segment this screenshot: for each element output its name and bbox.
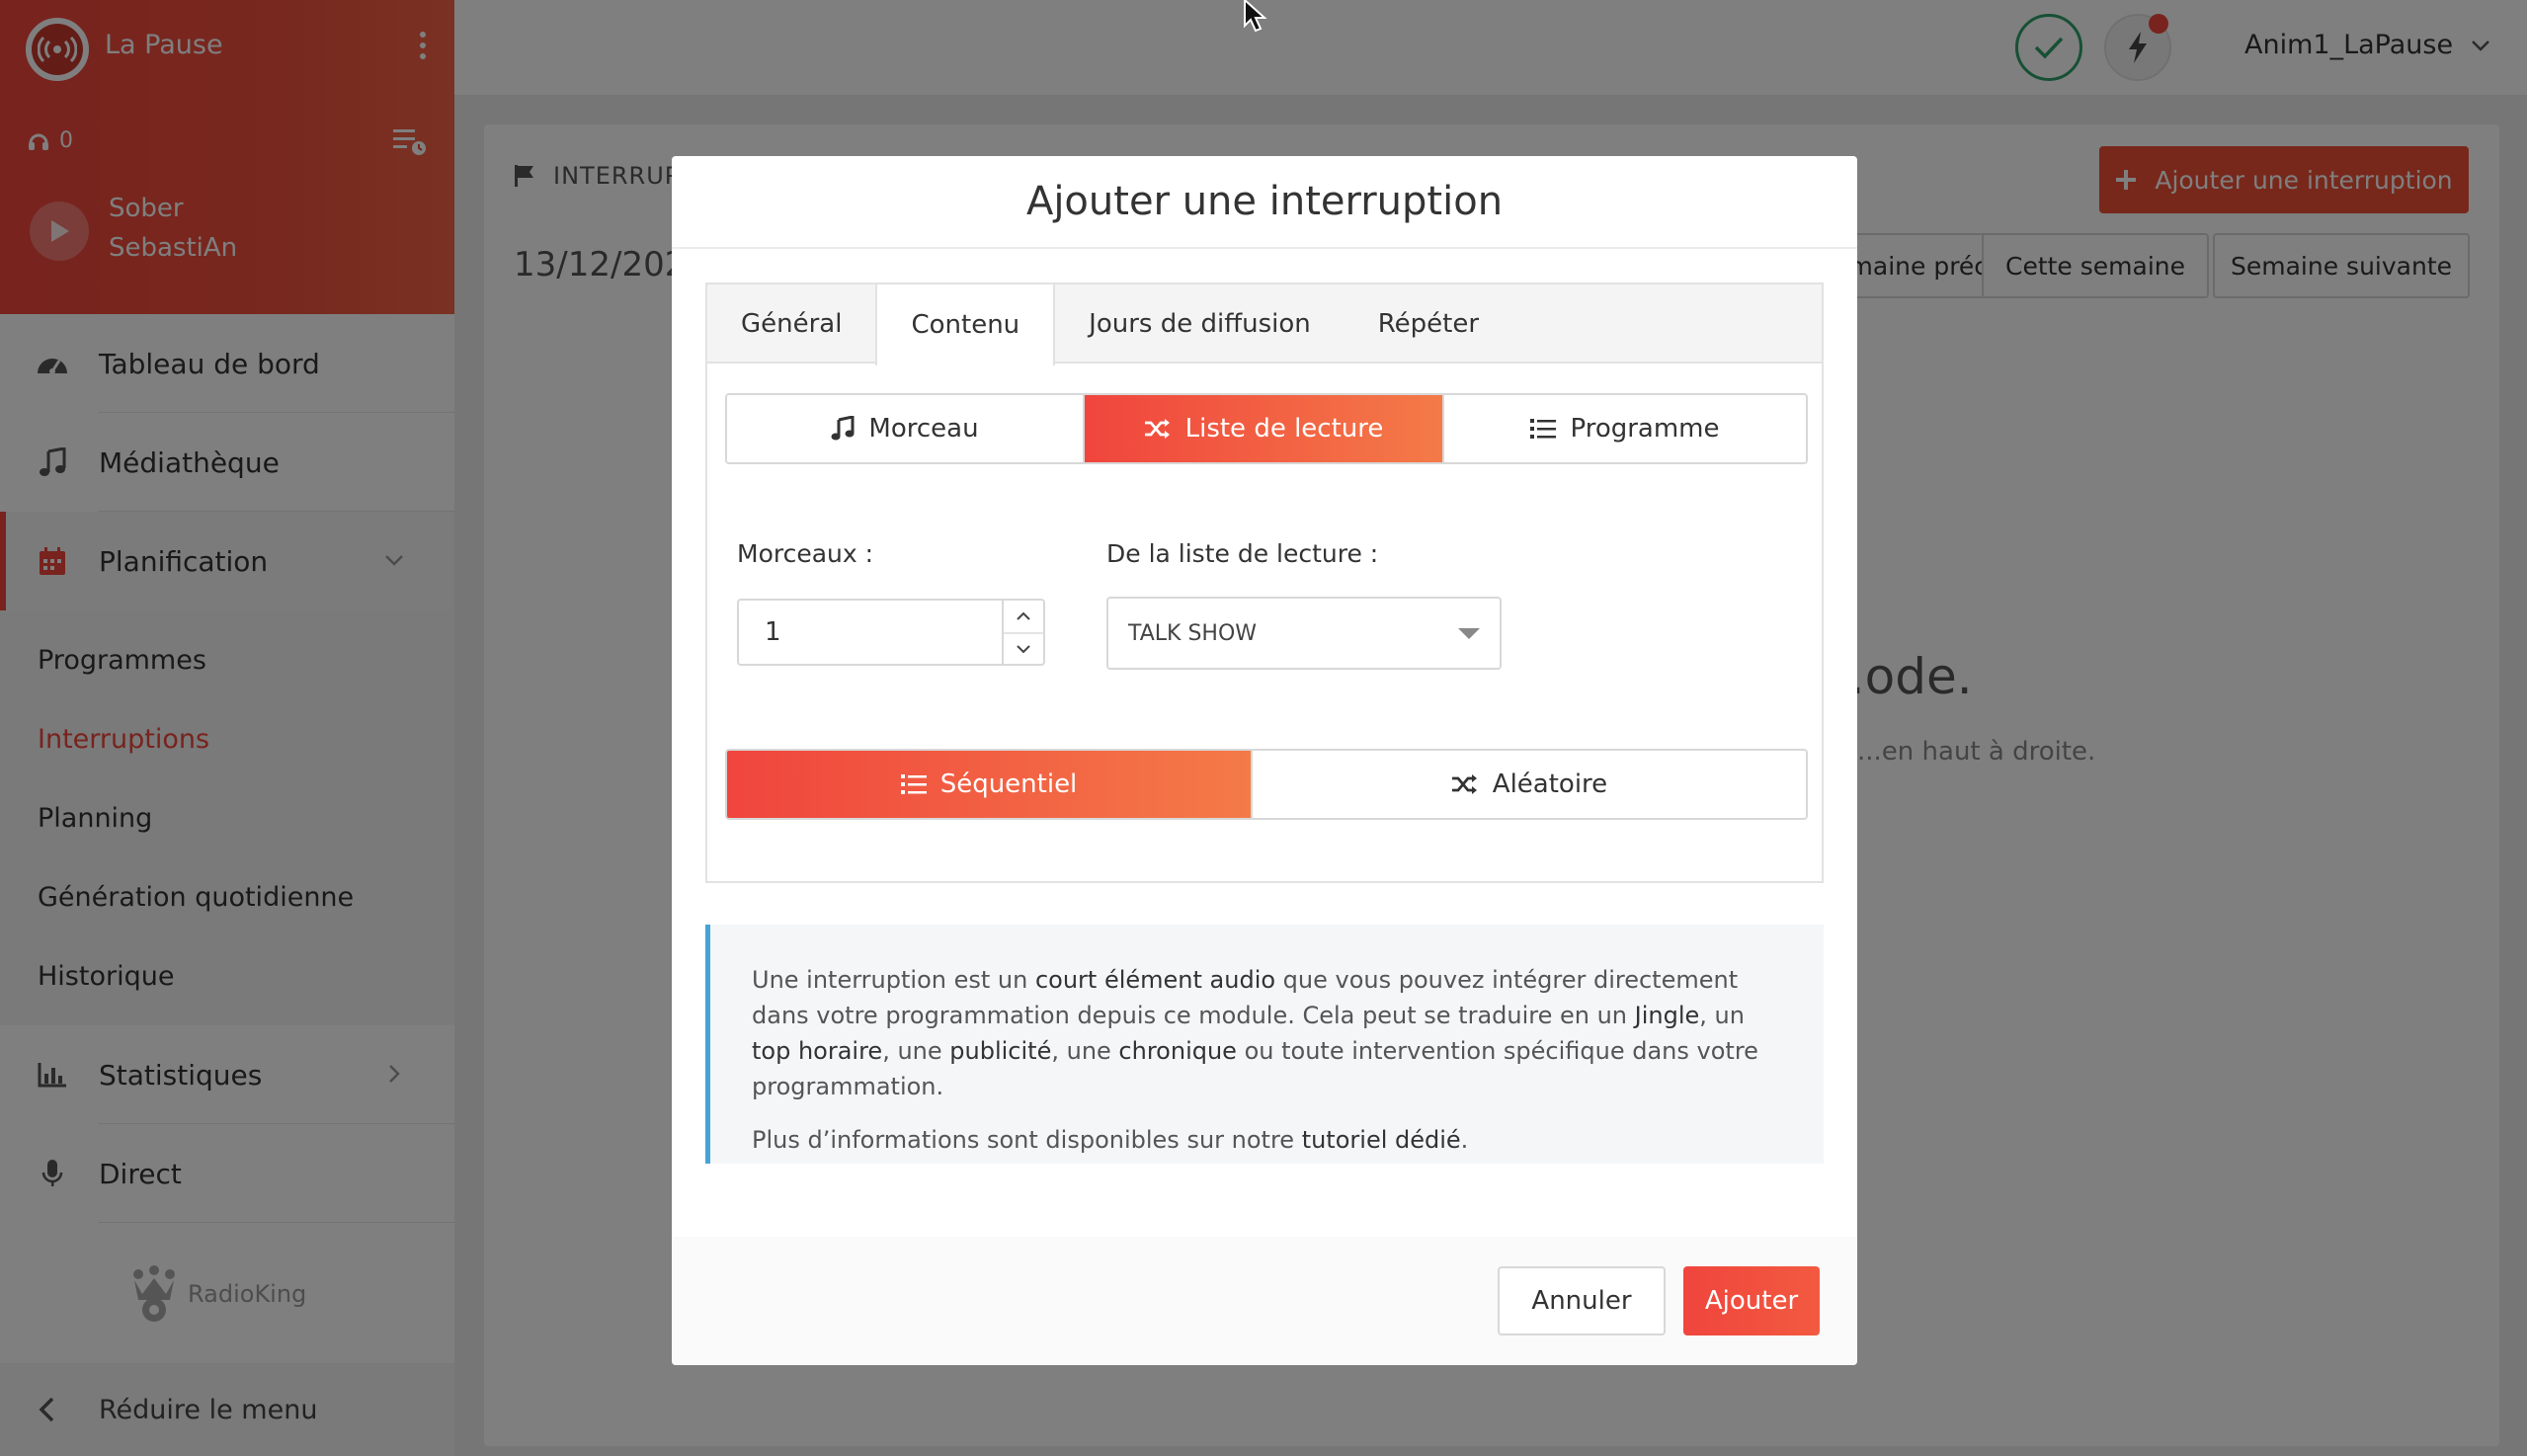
tab-content[interactable]: Contenu xyxy=(875,284,1056,365)
content-type-selector: Morceau Liste de lecture Programme xyxy=(725,393,1808,464)
track-count-input[interactable]: 1 xyxy=(737,599,1045,666)
chevron-down-icon xyxy=(1017,645,1030,654)
decrement-button[interactable] xyxy=(1004,632,1043,664)
chevron-up-icon xyxy=(1017,611,1030,620)
order-random-button[interactable]: Aléatoire xyxy=(1251,751,1806,818)
dialog-title: Ajouter une interruption xyxy=(672,156,1857,249)
cancel-button[interactable]: Annuler xyxy=(1498,1266,1666,1335)
info-callout: Une interruption est un court élément au… xyxy=(705,925,1824,1164)
info-paragraph: Une interruption est un court élément au… xyxy=(752,966,1758,1100)
tab-broadcast-days[interactable]: Jours de diffusion xyxy=(1055,284,1345,364)
tab-general[interactable]: Général xyxy=(707,284,875,364)
content-type-playlist-button[interactable]: Liste de lecture xyxy=(1083,395,1442,462)
track-count-value: 1 xyxy=(765,617,781,647)
playlist-selected-value: TALK SHOW xyxy=(1128,620,1258,646)
order-sequential-button[interactable]: Séquentiel xyxy=(727,751,1251,818)
track-count-stepper xyxy=(1002,601,1043,664)
playlist-label: De la liste de lecture : xyxy=(1106,539,1379,568)
tab-bar: Général Contenu Jours de diffusion Répét… xyxy=(707,284,1822,365)
content-type-label: Liste de lecture xyxy=(1184,414,1384,444)
music-note-icon xyxy=(831,416,855,441)
increment-button[interactable] xyxy=(1004,601,1043,632)
content-type-label: Morceau xyxy=(868,414,979,444)
content-type-program-button[interactable]: Programme xyxy=(1442,395,1806,462)
content-type-track-button[interactable]: Morceau xyxy=(727,395,1083,462)
mouse-cursor-icon xyxy=(1244,0,1267,33)
tab-repeat[interactable]: Répéter xyxy=(1345,284,1512,364)
track-count-label: Morceaux : xyxy=(737,539,874,568)
add-button[interactable]: Ajouter xyxy=(1683,1266,1820,1335)
dialog-footer: Annuler Ajouter xyxy=(672,1237,1857,1365)
list-icon xyxy=(900,774,927,794)
add-interruption-dialog: Ajouter une interruption Général Contenu… xyxy=(672,156,1857,1365)
order-mode-label: Séquentiel xyxy=(939,769,1078,799)
order-mode-label: Aléatoire xyxy=(1492,769,1608,799)
playlist-select[interactable]: TALK SHOW xyxy=(1106,597,1502,670)
dialog-tabs: Général Contenu Jours de diffusion Répét… xyxy=(705,283,1824,883)
list-icon xyxy=(1530,419,1557,439)
info-paragraph: Plus d’informations sont disponibles sur… xyxy=(752,1126,1469,1154)
content-type-label: Programme xyxy=(1570,414,1720,444)
caret-down-icon xyxy=(1458,628,1480,639)
shuffle-icon xyxy=(1451,774,1477,794)
tutorial-link[interactable]: tutoriel dédié xyxy=(1302,1126,1461,1154)
order-mode-selector: Séquentiel Aléatoire xyxy=(725,749,1808,820)
shuffle-icon xyxy=(1144,419,1170,439)
